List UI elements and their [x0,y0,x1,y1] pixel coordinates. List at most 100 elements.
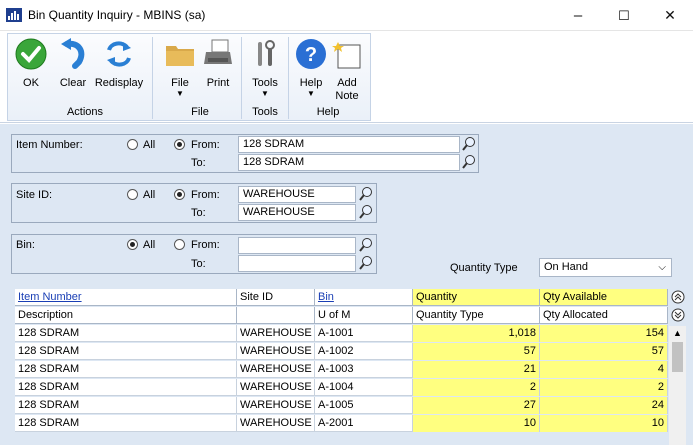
cell-site[interactable]: WAREHOUSE [237,415,315,432]
item-to-label: To: [191,157,206,169]
cell-item[interactable]: 128 SDRAM [15,415,237,432]
cell-site[interactable]: WAREHOUSE [237,325,315,342]
col-item-number[interactable]: Item Number [15,289,237,306]
lookup-icon[interactable] [359,204,373,220]
bin-to-field[interactable] [238,255,356,272]
clear-button[interactable]: Clear [56,38,90,90]
quantity-type-label: Quantity Type [450,262,518,274]
cell-available[interactable]: 4 [540,361,668,378]
chevron-down-icon: ⌵ [658,262,666,273]
clear-label: Clear [59,77,87,89]
site-all-radio[interactable] [127,189,138,200]
site-from-label: From: [191,189,220,201]
cell-quantity[interactable]: 27 [413,397,540,414]
cell-available[interactable]: 10 [540,415,668,432]
minimize-button[interactable]: – [555,0,601,31]
item-number-label: Item Number: [16,139,83,151]
tools-button[interactable]: Tools ▼ [247,38,283,98]
file-button[interactable]: File ▼ [164,38,196,98]
cell-item[interactable]: 128 SDRAM [15,379,237,396]
note-icon [332,42,361,69]
cell-available[interactable]: 2 [540,379,668,396]
group-file-label: File [191,106,209,118]
bin-to-label: To: [191,258,206,270]
cell-site[interactable]: WAREHOUSE [237,379,315,396]
site-id-header: Site ID [240,291,274,303]
cell-quantity[interactable]: 57 [413,343,540,360]
item-from-field[interactable]: 128 SDRAM [238,136,460,153]
item-to-field[interactable]: 128 SDRAM [238,154,460,171]
group-actions-label: Actions [66,106,104,118]
bin-header[interactable]: Bin [318,291,334,303]
scroll-up-icon[interactable]: ▲ [673,328,682,338]
col-site-id[interactable]: Site ID [237,289,315,306]
add-note-button[interactable]: Add Note [330,38,364,103]
help-button[interactable]: ? Help ▼ [295,38,327,98]
cell-item[interactable]: 128 SDRAM [15,325,237,342]
print-button[interactable]: Print [201,38,235,90]
group-help-label: Help [316,106,340,118]
item-from-label: From: [191,139,220,151]
cell-bin[interactable]: A-2001 [315,415,413,432]
bin-from-label: From: [191,239,220,251]
site-from-field[interactable]: WAREHOUSE [238,186,356,203]
expand-rows-icon[interactable] [671,308,685,322]
cell-site[interactable]: WAREHOUSE [237,343,315,360]
ok-button[interactable]: OK [15,38,47,90]
ok-label: OK [23,77,39,89]
lookup-icon[interactable] [359,237,373,253]
quantity-type-select[interactable]: On Hand ⌵ [539,258,672,277]
col-qty-available[interactable]: Qty Available [540,289,668,306]
cell-quantity[interactable]: 10 [413,415,540,432]
cell-bin[interactable]: A-1001 [315,325,413,342]
col-bin[interactable]: Bin [315,289,413,306]
col-qty-allocated: Qty Allocated [540,307,668,324]
maximize-button[interactable]: ☐ [601,0,647,31]
cell-available[interactable]: 24 [540,397,668,414]
bin-quantity-inquiry-window: Bin Quantity Inquiry - MBINS (sa) – ☐ ✕ … [0,0,693,445]
quantity-type-header: Quantity Type [416,309,484,321]
site-from-radio[interactable] [174,189,185,200]
lookup-icon[interactable] [462,136,476,152]
wrench-icon [258,40,275,66]
cell-item[interactable]: 128 SDRAM [15,343,237,360]
printer-icon [204,39,232,64]
item-number-header[interactable]: Item Number [18,291,82,303]
cell-bin[interactable]: A-1002 [315,343,413,360]
scrollbar-thumb[interactable] [672,342,683,372]
item-all-radio[interactable] [127,139,138,150]
cell-bin[interactable]: A-1004 [315,379,413,396]
vertical-scrollbar[interactable]: ▲ [669,326,686,445]
site-all-label: All [143,189,156,201]
col-quantity-type: Quantity Type [413,307,540,324]
bin-all-radio[interactable] [127,239,138,250]
cell-quantity[interactable]: 1,018 [413,325,540,342]
site-id-label: Site ID: [16,189,53,201]
quantity-header: Quantity [416,291,457,303]
cell-available[interactable]: 57 [540,343,668,360]
cell-quantity[interactable]: 21 [413,361,540,378]
cell-available[interactable]: 154 [540,325,668,342]
redisplay-button[interactable]: Redisplay [93,38,145,90]
cell-site[interactable]: WAREHOUSE [237,361,315,378]
lookup-icon[interactable] [359,255,373,271]
folder-icon [166,46,194,66]
cell-item[interactable]: 128 SDRAM [15,397,237,414]
svg-text:?: ? [305,44,317,66]
lookup-icon[interactable] [359,186,373,202]
item-from-radio[interactable] [174,139,185,150]
cell-bin[interactable]: A-1003 [315,361,413,378]
bin-from-field[interactable] [238,237,356,254]
cell-quantity[interactable]: 2 [413,379,540,396]
cell-item[interactable]: 128 SDRAM [15,361,237,378]
site-to-field[interactable]: WAREHOUSE [238,204,356,221]
bin-from-radio[interactable] [174,239,185,250]
col-quantity[interactable]: Quantity [413,289,540,306]
cell-bin[interactable]: A-1005 [315,397,413,414]
collapse-rows-icon[interactable] [671,290,685,304]
dropdown-arrow-icon: ▼ [261,89,269,98]
app-icon [6,8,22,22]
lookup-icon[interactable] [462,154,476,170]
cell-site[interactable]: WAREHOUSE [237,397,315,414]
close-button[interactable]: ✕ [647,0,693,31]
